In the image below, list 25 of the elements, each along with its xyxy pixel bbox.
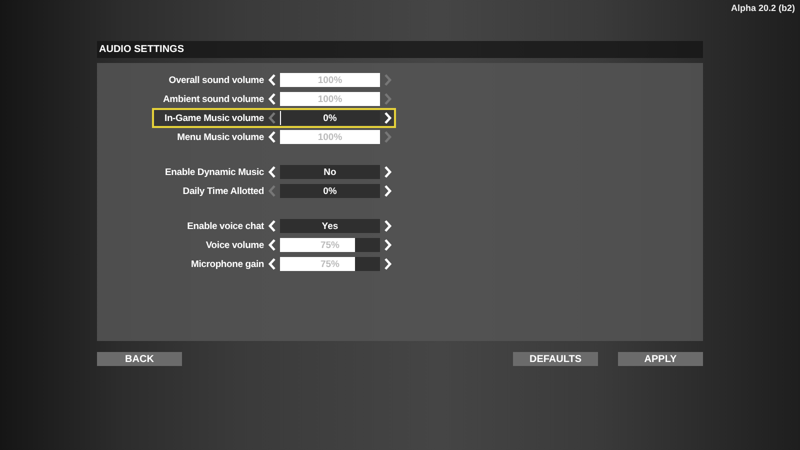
- version-label: Alpha 20.2 (b2): [730, 3, 795, 15]
- setting-label: Microphone gain: [190, 258, 264, 270]
- slider-value: 100%: [318, 74, 342, 86]
- setting-label: In-Game Music volume: [164, 112, 264, 124]
- setting-label: Ambient sound volume: [162, 94, 264, 104]
- footer-button[interactable]: APPLY: [618, 352, 703, 366]
- window-title: AUDIO SETTINGS: [99, 44, 184, 55]
- setting-row[interactable]: In-Game Music volume 0%: [152, 108, 396, 128]
- option-value: 0%: [280, 184, 380, 198]
- setting-label: Enable Dynamic Music: [164, 166, 264, 178]
- setting-label: Menu Music volume: [176, 132, 264, 142]
- setting-label: Overall sound volume: [168, 74, 264, 86]
- setting-label: Daily Time Allotted: [182, 186, 264, 196]
- option-value: Yes: [280, 219, 380, 233]
- slider-value: 0%: [323, 112, 337, 124]
- option-value: No: [280, 165, 380, 179]
- slider-value: 100%: [318, 94, 342, 104]
- back-button[interactable]: BACK: [97, 352, 182, 366]
- slider-value: 100%: [318, 132, 342, 142]
- setting-label: Voice volume: [204, 240, 264, 250]
- slider-value: 75%: [320, 258, 340, 270]
- slider-track[interactable]: 0%: [280, 111, 380, 125]
- slider-value: 75%: [320, 240, 340, 250]
- setting-label: Enable voice chat: [186, 220, 264, 232]
- footer-button[interactable]: DEFAULTS: [513, 352, 598, 366]
